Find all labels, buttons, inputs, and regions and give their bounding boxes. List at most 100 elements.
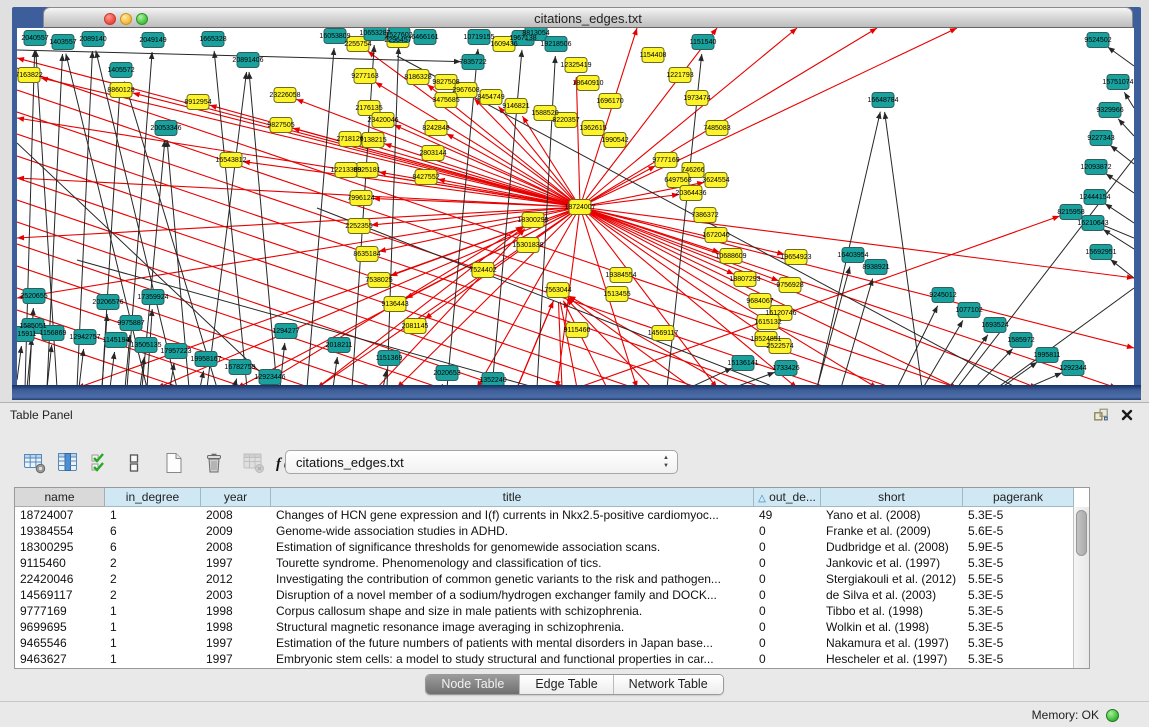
table-cell[interactable]: Changes of HCN gene expression and I(f) … (271, 507, 754, 523)
table-cell[interactable]: 9115460 (15, 555, 105, 571)
graph-edge[interactable] (307, 48, 334, 385)
table-cell[interactable]: 9465546 (15, 635, 105, 651)
table-cell[interactable]: 1998 (201, 619, 271, 635)
stacked-squares-icon[interactable] (119, 450, 149, 476)
table-cell[interactable]: Tibbo et al. (1998) (821, 603, 963, 619)
float-panel-icon[interactable] (1093, 408, 1109, 422)
table-cell[interactable]: 0 (754, 603, 821, 619)
table-cell[interactable]: Estimation of significance thresholds fo… (271, 539, 754, 555)
network-graph-canvas[interactable]: 1872400722557549277163217613571382159925… (17, 28, 1134, 385)
table-cell[interactable]: 1998 (201, 603, 271, 619)
graph-edge[interactable] (923, 320, 963, 385)
table-cell[interactable]: 2009 (201, 523, 271, 539)
table-cell[interactable]: 1997 (201, 635, 271, 651)
table-cell[interactable]: 2 (105, 555, 201, 571)
table-row[interactable]: 946554611997Estimation of the future num… (15, 635, 1089, 651)
table-cell[interactable]: 5.3E-5 (963, 555, 1074, 571)
table-cell[interactable]: 5.3E-5 (963, 619, 1074, 635)
table-cell[interactable]: Corpus callosum shape and size in male p… (271, 603, 754, 619)
table-cell[interactable]: 2012 (201, 571, 271, 587)
graph-edge[interactable] (577, 216, 1060, 385)
tab-edge-table[interactable]: Edge Table (519, 675, 612, 694)
window-titlebar[interactable]: citations_edges.txt (43, 7, 1133, 28)
table-cell[interactable]: Dudbridge et al. (2008) (821, 539, 963, 555)
graph-edge[interactable] (441, 384, 443, 385)
table-cell[interactable]: 1 (105, 603, 201, 619)
delete-table-icon[interactable] (199, 450, 229, 476)
table-cell[interactable]: 1997 (201, 555, 271, 571)
table-cell[interactable]: 5.3E-5 (963, 587, 1074, 603)
table-cell[interactable]: Nakamura et al. (1997) (821, 635, 963, 651)
column-header-pagerank[interactable]: pagerank (963, 488, 1074, 507)
column-header-short[interactable]: short (821, 488, 963, 507)
table-row[interactable]: 911546021997Tourette syndrome. Phenomeno… (15, 555, 1089, 571)
table-cell[interactable]: 0 (754, 523, 821, 539)
table-cell[interactable]: de Silva et al. (2003) (821, 587, 963, 603)
table-cell[interactable]: 1 (105, 619, 201, 635)
table-cell[interactable]: 2 (105, 571, 201, 587)
table-cell[interactable]: 2008 (201, 507, 271, 523)
table-cell[interactable]: 2 (105, 587, 201, 603)
column-header-in_degree[interactable]: in_degree (105, 488, 201, 507)
graph-edge[interactable] (576, 77, 580, 207)
table-cell[interactable]: 22420046 (15, 571, 105, 587)
table-cell[interactable]: Investigating the contribution of common… (271, 571, 754, 587)
table-row[interactable]: 969969511998Structural magnetic resonanc… (15, 619, 1089, 635)
table-cell[interactable]: 5.3E-5 (963, 635, 1074, 651)
table-cell[interactable]: 5.3E-5 (963, 651, 1074, 667)
table-cell[interactable]: Wolkin et al. (1998) (821, 619, 963, 635)
table-vertical-scrollbar[interactable] (1073, 507, 1089, 668)
table-cell[interactable]: 1 (105, 635, 201, 651)
graph-edge[interactable] (580, 207, 1134, 278)
table-cell[interactable]: Hescheler et al. (1997) (821, 651, 963, 667)
table-cell[interactable]: Disruption of a novel member of a sodium… (271, 587, 754, 603)
table-cell[interactable]: 0 (754, 555, 821, 571)
table-cell[interactable]: 19384554 (15, 523, 105, 539)
table-cell[interactable]: 6 (105, 539, 201, 555)
table-cell[interactable]: 5.5E-5 (963, 571, 1074, 587)
table-cell[interactable]: Tourette syndrome. Phenomenology and cla… (271, 555, 754, 571)
graph-edge[interactable] (885, 112, 922, 385)
tab-network-table[interactable]: Network Table (613, 675, 723, 694)
table-cell[interactable]: 0 (754, 619, 821, 635)
table-cell[interactable]: 1 (105, 507, 201, 523)
table-cell[interactable]: 5.3E-5 (963, 603, 1074, 619)
row-select-checks-icon[interactable] (86, 450, 116, 476)
graph-edge[interactable] (580, 207, 1037, 385)
table-row[interactable]: 977716911998Corpus callosum shape and si… (15, 603, 1089, 619)
new-table-icon[interactable] (159, 450, 189, 476)
column-header-year[interactable]: year (201, 488, 271, 507)
scrollbar-thumb[interactable] (1076, 510, 1087, 556)
table-row[interactable]: 2242004622012Investigating the contribut… (15, 571, 1089, 587)
graph-edge[interactable] (371, 207, 580, 225)
graph-edge[interactable] (102, 314, 107, 385)
table-cell[interactable]: 1997 (201, 651, 271, 667)
table-cell[interactable]: 18300295 (15, 539, 105, 555)
table-cell[interactable]: 6 (105, 523, 201, 539)
table-cell[interactable]: 5.6E-5 (963, 523, 1074, 539)
table-cell[interactable]: 9699695 (15, 619, 105, 635)
table-cell[interactable]: Genome-wide association studies in ADHD. (271, 523, 754, 539)
table-cell[interactable]: Jankovic et al. (1997) (821, 555, 963, 571)
close-panel-icon[interactable] (1119, 408, 1135, 422)
tab-node-table[interactable]: Node Table (426, 675, 519, 694)
table-cell[interactable]: 49 (754, 507, 821, 523)
table-cell[interactable]: 5.3E-5 (963, 507, 1074, 523)
graph-edge[interactable] (975, 349, 1013, 385)
table-row[interactable]: 1830029562008Estimation of significance … (15, 539, 1089, 555)
table-cell[interactable]: 9777169 (15, 603, 105, 619)
column-select-icon[interactable] (53, 450, 83, 476)
table-row[interactable]: 1872400712008Changes of HCN gene express… (15, 507, 1089, 523)
table-cell[interactable]: 0 (754, 587, 821, 603)
table-cell[interactable]: 18724007 (15, 507, 105, 523)
graph-edge[interactable] (352, 45, 374, 385)
table-cell[interactable]: Stergiakouli et al. (2012) (821, 571, 963, 587)
table-cell[interactable]: 5.9E-5 (963, 539, 1074, 555)
table-cell[interactable]: 0 (754, 571, 821, 587)
table-cell[interactable]: Embryonic stem cells: a model to study s… (271, 651, 754, 667)
graph-edge[interactable] (949, 335, 988, 385)
table-cell[interactable]: 0 (754, 635, 821, 651)
table-cell[interactable]: 0 (754, 539, 821, 555)
table-cell[interactable]: 2003 (201, 587, 271, 603)
table-row[interactable]: 946362711997Embryonic stem cells: a mode… (15, 651, 1089, 667)
